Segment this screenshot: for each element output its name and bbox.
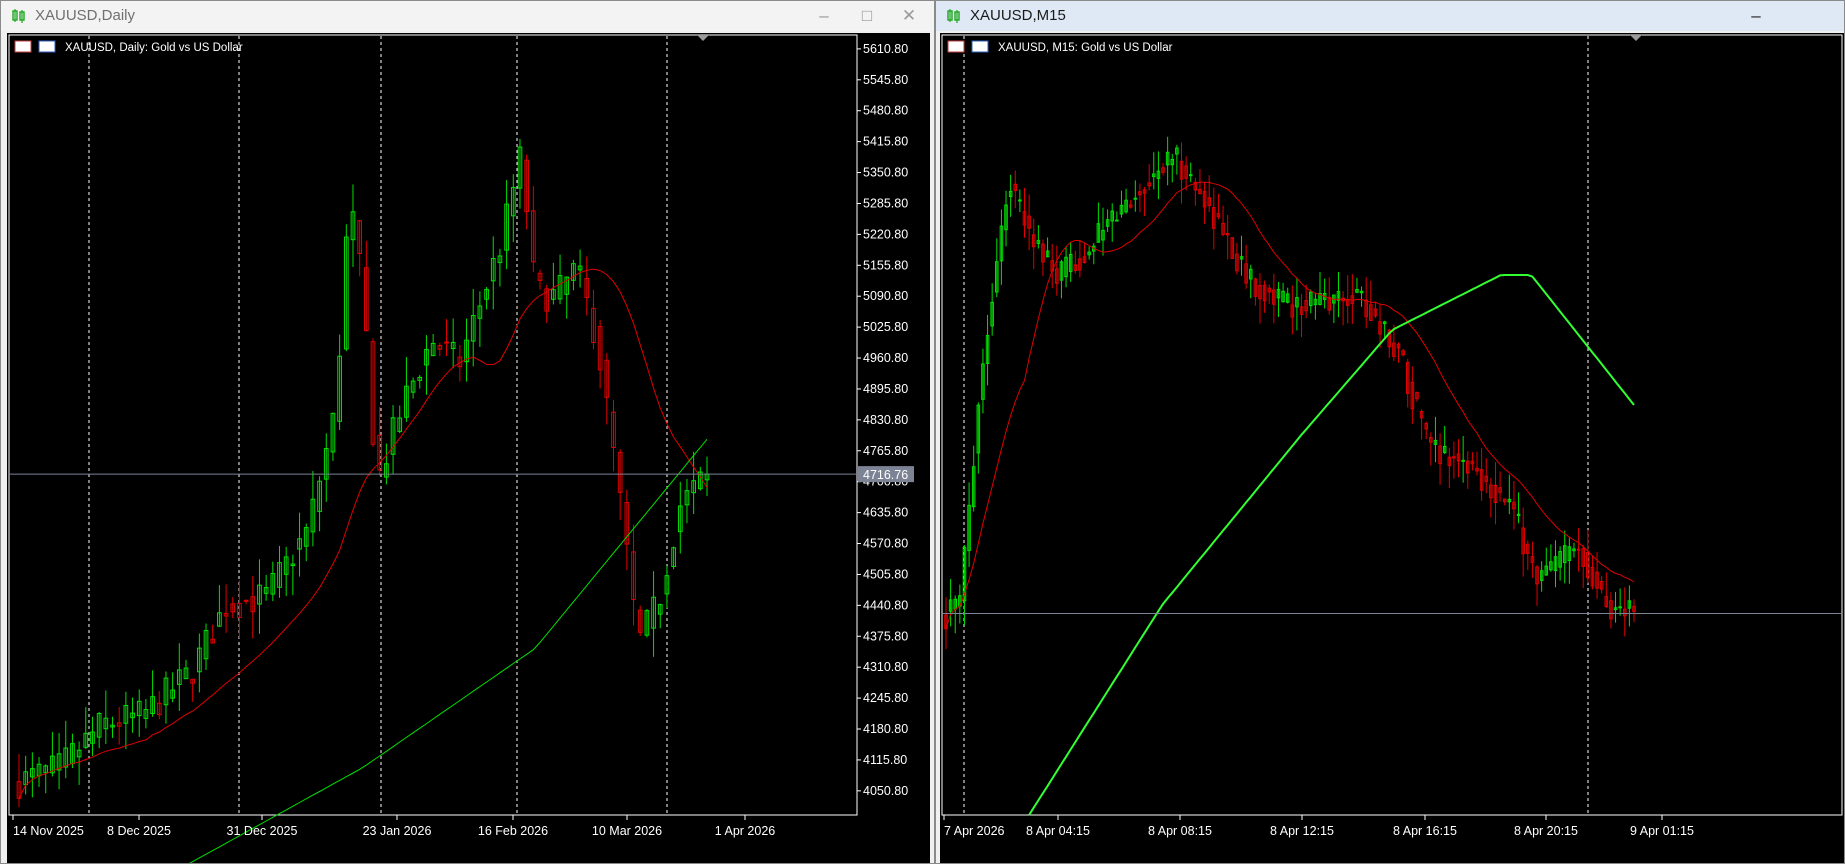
window-minimize-icon[interactable]: – [809,4,839,28]
price-axis-label: 4635.80 [863,506,908,520]
price-axis-label: 4570.80 [863,537,908,551]
chart-area-m15[interactable]: XAUUSD, M15: Gold vs US Dollar 7 Apr 2026… [940,33,1845,863]
candle-body [243,599,249,602]
window-minimize-icon[interactable]: – [1741,4,1771,28]
chart-window-daily[interactable]: XAUUSD,Daily – □ ✕ XAUUSD, Daily: Gold v… [0,0,935,864]
time-axis-label: 10 Mar 2026 [592,824,662,838]
price-axis-label: 5415.80 [863,135,908,149]
candle-body [1188,174,1193,177]
candle-body [1576,548,1581,551]
price-axis-label: 4830.80 [863,413,908,427]
time-axis-label: 23 Jan 2026 [363,824,432,838]
window-titlebar[interactable]: XAUUSD,M15 – [936,1,1844,31]
time-axis-label: 14 Nov 2025 [13,824,84,838]
candle-body [1018,199,1022,202]
price-axis-label: 4375.80 [863,629,908,643]
price-axis-label: 4245.80 [863,691,908,705]
price-axis-label: 4440.80 [863,598,908,612]
time-axis-label: 8 Apr 16:15 [1393,824,1457,838]
time-axis-label: 16 Feb 2026 [478,824,548,838]
chart-canvas-daily[interactable]: XAUUSD, Daily: Gold vs US Dollar 5610.80 5… [7,33,930,863]
price-axis-label: 5610.80 [863,42,908,56]
current-price-label: 4716.76 [863,468,908,482]
price-axis-label: 5220.80 [863,227,908,241]
chart-bars-icon [38,40,56,53]
chart-area-daily[interactable]: XAUUSD, Daily: Gold vs US Dollar 5610.80 5… [7,33,930,863]
time-axis-label: 8 Apr 12:15 [1270,824,1334,838]
candle-body [1618,606,1622,609]
price-axis-label: 4310.80 [863,660,908,674]
price-axis-label: 4895.80 [863,382,908,396]
window-title: XAUUSD,Daily [35,7,136,24]
price-axis-label: 4050.80 [863,784,908,798]
time-axis-label: 8 Apr 20:15 [1514,824,1578,838]
chart-menu-icon [14,40,32,53]
price-axis-label: 5480.80 [863,104,908,118]
time-axis-label: 8 Apr 08:15 [1148,824,1212,838]
price-axis-label: 4765.80 [863,444,908,458]
window-title: XAUUSD,M15 [970,7,1066,24]
price-axis-label: 5285.80 [863,196,908,210]
candle-body [444,341,449,344]
price-axis-label: 4180.80 [863,722,908,736]
chart-menu-icon [947,40,965,53]
price-axis-label: 5545.80 [863,73,908,87]
candle-body [1115,219,1119,222]
time-axis-label: 1 Apr 2026 [715,824,776,838]
time-axis-label: 8 Dec 2025 [107,824,171,838]
price-axis-label: 4115.80 [863,753,907,767]
time-axis-label: 31 Dec 2025 [227,824,298,838]
window-close-icon[interactable]: ✕ [894,4,924,28]
window-titlebar[interactable]: XAUUSD,Daily – □ ✕ [1,1,934,31]
time-axis-label: 7 Apr 2026 [944,824,1005,838]
price-axis-label: 4960.80 [863,351,908,365]
chart-window-m15[interactable]: XAUUSD,M15 – XAUUSD, M15: Gold vs US Dol… [935,0,1845,864]
price-axis-label: 5090.80 [863,289,908,303]
candles-icon [12,9,25,23]
window-maximize-icon[interactable]: □ [852,4,882,28]
time-axis-label: 9 Apr 01:15 [1630,824,1694,838]
price-axis-label: 5350.80 [863,166,908,180]
chart-symbol-label: XAUUSD, M15: Gold vs US Dollar [998,42,1173,54]
chart-background [7,33,930,863]
price-axis-label: 4505.80 [863,567,908,581]
candle-body [1133,197,1138,200]
chart-canvas-m15[interactable]: XAUUSD, M15: Gold vs US Dollar 7 Apr 2026… [940,33,1845,863]
candles-icon [947,9,960,23]
chart-bars-icon [971,40,989,53]
chart-symbol-label: XAUUSD, Daily: Gold vs US Dollar [65,42,243,54]
price-axis-label: 5155.80 [863,258,908,272]
time-axis-label: 8 Apr 04:15 [1026,824,1090,838]
chart-background [940,33,1844,863]
price-axis-label: 5025.80 [863,320,908,334]
candle-body [1461,459,1465,462]
